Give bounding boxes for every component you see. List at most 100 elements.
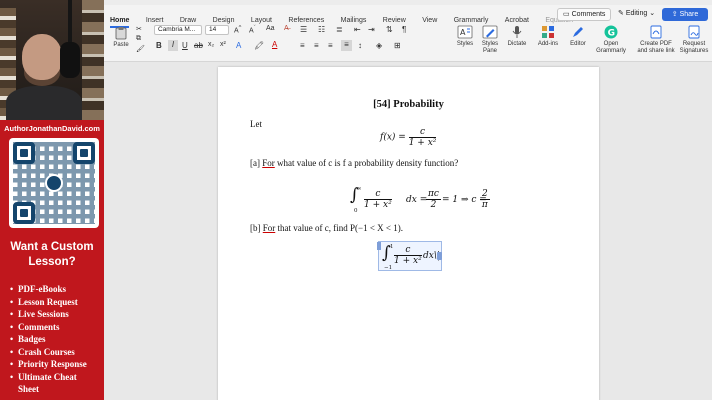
qr-finder-bottom-left (13, 202, 35, 224)
bold-icon[interactable]: B (156, 41, 162, 50)
bullets-icon[interactable]: ☰ (300, 25, 307, 34)
strikethrough-icon[interactable]: ab (194, 41, 203, 50)
line-spacing-icon[interactable]: ↕ (358, 41, 362, 50)
density-function: f(x) = c1 + x² (380, 127, 437, 148)
microphone (60, 42, 80, 78)
editing-mode-button[interactable]: ✎ Editing ⌄ (614, 8, 659, 21)
equation-options-chevron-icon[interactable] (437, 252, 442, 260)
decrease-indent-icon[interactable]: ⇤ (354, 25, 361, 34)
microphone-icon (512, 26, 522, 38)
webcam-feed (0, 0, 104, 120)
change-case-icon[interactable]: Aa (266, 25, 275, 32)
comment-icon: ▭ (563, 11, 570, 18)
list-item: • Ultimate Cheat (10, 371, 77, 382)
align-left-icon[interactable]: ≡ (300, 41, 305, 50)
comments-button[interactable]: ▭ Comments (557, 8, 612, 21)
numbering-icon[interactable]: ☷ (318, 25, 325, 34)
show-paragraph-marks-icon[interactable]: ¶ (402, 25, 406, 34)
list-item: • Comments (10, 321, 60, 332)
part-a-question: [a] For what value of c is f a probabili… (250, 158, 459, 168)
styles-icon: A (457, 25, 473, 39)
chevron-down-icon: ⌄ (649, 10, 656, 17)
share-button[interactable]: ⇪ Share (662, 8, 708, 21)
open-grammarly-button[interactable]: G Open Grammarly (595, 25, 627, 55)
clipboard-icon (115, 27, 127, 40)
increase-indent-icon[interactable]: ⇥ (368, 25, 375, 34)
grammarly-icon: G (604, 25, 618, 39)
probability-integral[interactable]: ∫ 1 −1 c1 + x² dx\| (382, 243, 442, 271)
part-b-question: [b] For that value of c, find P(−1 < X <… (250, 223, 403, 233)
qr-code (9, 138, 99, 228)
pencil-icon: ✎ (618, 10, 624, 17)
qr-finder-top-right (73, 142, 95, 164)
tab-view[interactable]: View (422, 16, 437, 26)
mic-arm (68, 0, 72, 44)
justify-icon[interactable]: ≡ (341, 40, 352, 51)
document-page[interactable]: [54] Probability Let f(x) = c1 + x² [a] … (218, 67, 599, 400)
fraction: 2π (480, 189, 490, 210)
svg-text:A: A (460, 28, 466, 37)
signature-icon (688, 25, 700, 39)
normalization-equation: ∫ ∞ 0 c1 + x² dx = πc 2 = 1 ⇒ c = 2π (350, 185, 490, 214)
ribbon: Home Insert Draw Design Layout Reference… (104, 0, 712, 62)
document-canvas[interactable]: [54] Probability Let f(x) = c1 + x² [a] … (104, 62, 712, 400)
styles-pane-icon (482, 25, 498, 39)
sort-icon[interactable]: ⇅ (386, 25, 393, 34)
editor-button[interactable]: Editor (567, 25, 589, 48)
list-item: • Priority Response (10, 359, 87, 369)
cta-line-2: Lesson? (28, 256, 76, 268)
fraction: c1 + x² (364, 189, 392, 210)
cta-line-1: Want a Custom (10, 241, 94, 253)
font-color-icon[interactable]: A (272, 40, 277, 49)
font-name-select[interactable]: Cambria M... (154, 25, 202, 35)
presenter-shirt (6, 86, 82, 120)
format-painter-icon[interactable]: 🖌 (136, 45, 145, 53)
underline-icon[interactable]: U (182, 41, 188, 50)
fraction: c1 + x² (408, 127, 437, 148)
styles-button[interactable]: A Styles (453, 25, 477, 48)
presenter-head (22, 34, 62, 80)
equation-handle[interactable] (377, 242, 381, 250)
request-signatures-button[interactable]: Request Signatures (679, 25, 709, 55)
list-item: • Crash Courses (10, 346, 75, 357)
copy-icon[interactable]: ⧉ (136, 35, 141, 43)
fraction: c1 + x² (394, 245, 422, 266)
ribbon-tabs: Home Insert Draw Design Layout Reference… (110, 9, 585, 28)
shrink-font-icon[interactable]: Aˇ (249, 25, 256, 34)
add-ins-button[interactable]: Add-ins (535, 25, 561, 48)
text-effects-icon[interactable]: A (236, 41, 241, 50)
qr-finder-top-left (13, 142, 35, 164)
borders-icon[interactable]: ⊞ (394, 41, 401, 50)
list-item: Sheet (18, 384, 39, 394)
editor-pen-icon (573, 27, 583, 37)
author-url: AuthorJonathanDavid.com (4, 124, 100, 133)
highlight-icon[interactable]: 🖍 (254, 41, 264, 50)
shading-icon[interactable]: ◈ (376, 41, 382, 50)
offerings-list: • PDF-eBooks • Lesson Request • Live Sessio… (10, 283, 104, 396)
bookshelf-right (82, 0, 104, 120)
cut-icon[interactable]: ✂ (136, 25, 142, 33)
let-text: Let (250, 119, 262, 129)
svg-text:G: G (608, 29, 615, 39)
dictate-button[interactable]: Dictate (505, 25, 529, 48)
align-right-icon[interactable]: ≡ (328, 41, 333, 50)
grow-font-icon[interactable]: A^ (234, 25, 241, 34)
pdf-icon (650, 25, 662, 39)
title-bar-strip (104, 0, 712, 5)
align-center-icon[interactable]: ≡ (314, 41, 319, 50)
list-item: • Lesson Request (10, 296, 78, 307)
subscript-icon[interactable]: x₂ (208, 41, 214, 48)
superscript-icon[interactable]: x² (220, 41, 226, 48)
page-title: [54] Probability (373, 99, 444, 110)
italic-icon[interactable]: I (168, 40, 178, 51)
font-size-select[interactable]: 14 (205, 25, 229, 35)
paste-button[interactable]: Paste (110, 26, 132, 49)
share-icon: ⇪ (671, 11, 678, 18)
styles-pane-button[interactable]: Styles Pane (478, 25, 502, 55)
clear-formatting-icon[interactable]: A̶ (284, 25, 289, 32)
list-item: • Live Sessions (10, 309, 69, 319)
list-item: • PDF-eBooks (10, 284, 66, 294)
promo-sidebar: AuthorJonathanDavid.com Want a Custom Le… (0, 0, 104, 400)
create-pdf-button[interactable]: Create PDF and share link (635, 25, 677, 55)
multilevel-list-icon[interactable]: ≣ (336, 25, 343, 34)
